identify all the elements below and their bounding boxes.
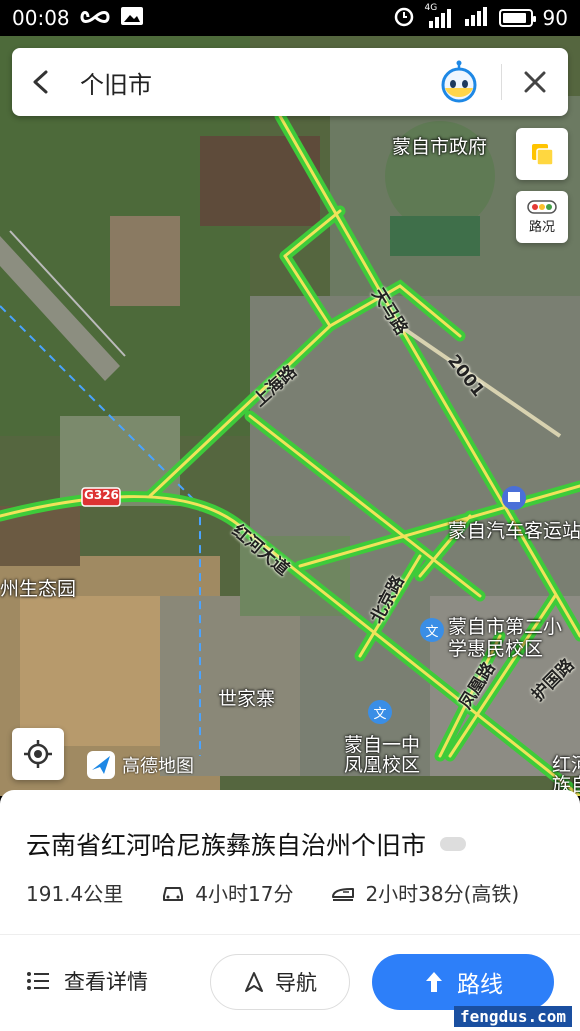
details-button[interactable]: 查看详情	[26, 966, 148, 996]
place-label-school-2[interactable]: 学惠民校区	[448, 634, 543, 661]
place-label-shijiazhai[interactable]: 世家寨	[218, 684, 275, 711]
amap-logo: 高德地图	[86, 750, 194, 780]
traffic-label: 路况	[528, 219, 555, 235]
battery-icon	[498, 9, 536, 27]
signal-4g-icon: 4G	[425, 3, 453, 29]
place-label-government[interactable]: 蒙自市政府	[392, 132, 487, 159]
destination-title: 云南省红河哈尼族彝族自治州个旧市	[26, 826, 467, 862]
battery-level: 90	[542, 6, 568, 30]
map-canvas: 文 文	[0, 36, 580, 796]
search-query[interactable]: 个旧市	[70, 65, 437, 100]
destination-name: 云南省红河哈尼族彝族自治州个旧市	[26, 831, 427, 860]
list-icon	[27, 972, 49, 990]
distance-text: 191.4公里	[26, 882, 124, 906]
place-label-bus-station[interactable]: 蒙自汽车客运站	[448, 516, 580, 543]
navigation-arrow-icon	[245, 972, 263, 992]
infinity-icon	[80, 6, 110, 30]
layers-button[interactable]	[516, 128, 568, 180]
poi-school-marker: 文	[420, 618, 444, 642]
network-label: 4G	[424, 3, 438, 13]
close-icon	[524, 71, 546, 93]
traffic-button[interactable]: 路况	[516, 191, 568, 243]
destination-info-row: 191.4公里 4小时17分 2小时38分(高铁)	[26, 878, 519, 907]
navigate-label: 导航	[275, 971, 317, 995]
search-bar[interactable]: 个旧市	[12, 48, 568, 116]
poi-school-marker-2: 文	[368, 700, 392, 724]
amap-logo-icon	[87, 751, 115, 779]
route-label: 路线	[457, 972, 503, 998]
car-icon	[163, 886, 184, 901]
alarm-icon	[393, 5, 415, 32]
place-label-fenghuang[interactable]: 凤凰校区	[344, 750, 420, 777]
sheet-divider	[0, 934, 580, 935]
cloud-weather-icon	[440, 837, 467, 851]
watermark: fengdus.com	[454, 1006, 572, 1027]
back-button[interactable]	[12, 48, 70, 116]
road-shield-g326: G326	[84, 488, 119, 502]
route-arrow-icon	[426, 972, 442, 992]
signal-icon	[463, 5, 489, 32]
train-time-text: 2小时38分(高铁)	[365, 882, 520, 906]
amap-logo-text: 高德地图	[122, 756, 194, 777]
route-button[interactable]: 路线	[372, 954, 554, 1010]
image-notification-icon	[120, 6, 144, 31]
traffic-light-icon	[527, 199, 557, 214]
details-label: 查看详情	[64, 970, 148, 994]
poi-bus-station-marker	[502, 486, 526, 510]
status-time: 00:08	[12, 6, 70, 30]
close-button[interactable]	[502, 48, 568, 116]
svg-text:文: 文	[373, 707, 386, 722]
back-arrow-icon	[33, 70, 48, 94]
destination-sheet: 云南省红河哈尼族彝族自治州个旧市 191.4公里 4小时17分 2小时38分(高…	[0, 790, 580, 1031]
map-view[interactable]: 文 文 蒙自市政府 蒙自汽车客运站 州生态园 蒙自市第二小 学惠民校区 世家寨 …	[0, 36, 580, 796]
locate-button[interactable]	[12, 728, 64, 780]
status-bar: 00:08 4G 90	[0, 0, 580, 36]
drive-time-text: 4小时17分	[195, 882, 294, 906]
layers-icon	[532, 144, 554, 166]
svg-text:文: 文	[425, 625, 438, 640]
battery-fill	[502, 13, 526, 23]
place-label-eco-park[interactable]: 州生态园	[0, 574, 76, 601]
train-icon	[332, 887, 355, 901]
voice-assistant-icon[interactable]	[437, 60, 481, 104]
crosshair-icon	[24, 740, 52, 768]
navigate-button[interactable]: 导航	[210, 954, 350, 1010]
